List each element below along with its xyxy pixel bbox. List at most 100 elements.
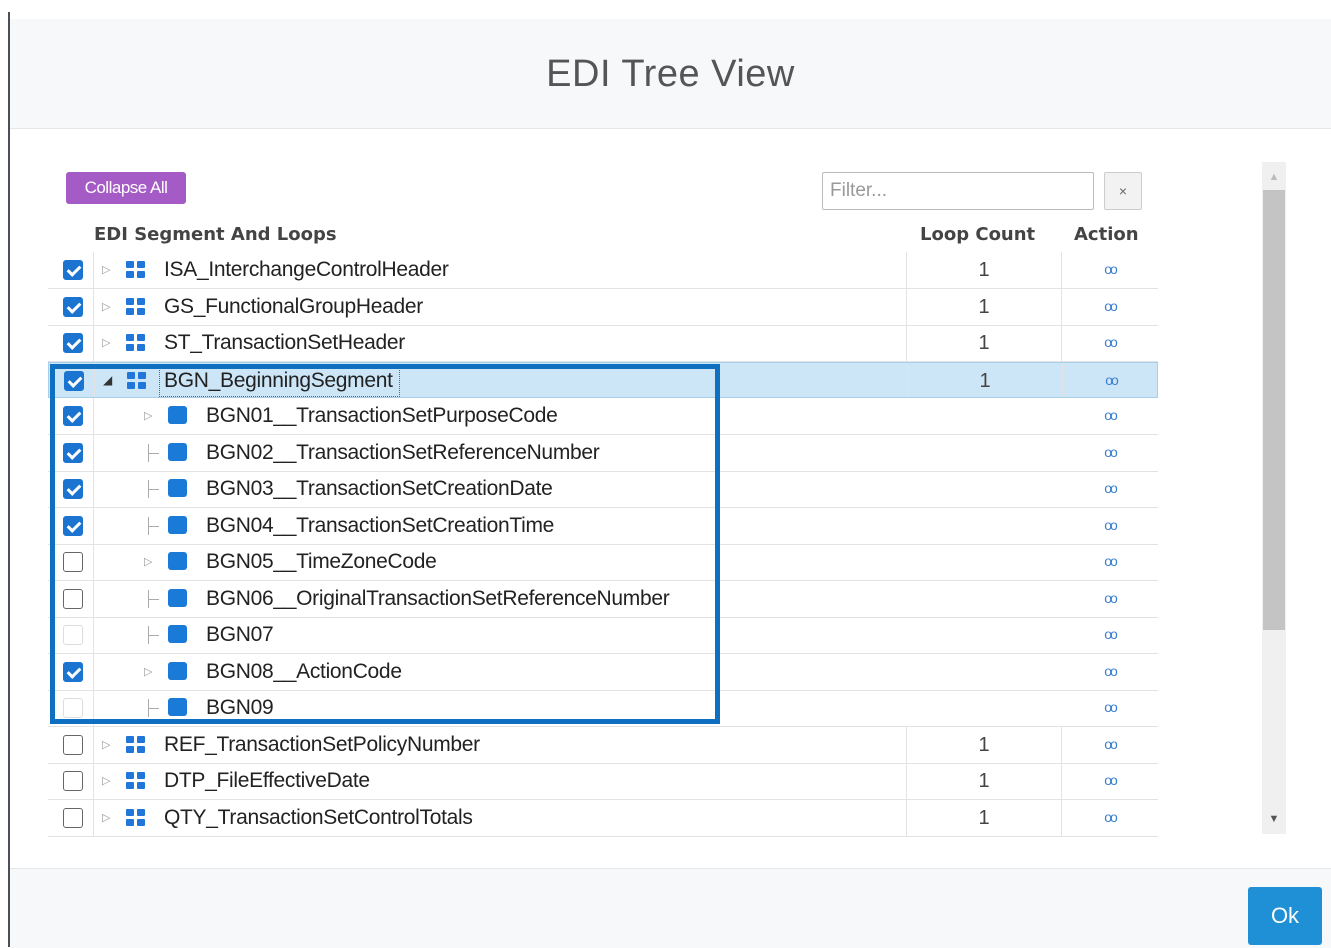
clear-filter-button[interactable]: × [1104,172,1142,210]
loop-icon [126,772,146,790]
tree-row[interactable]: ▷ ISA_InterchangeControlHeader 1 oo [48,252,1158,289]
tree-row[interactable]: ▷ ST_TransactionSetHeader 1 oo [48,325,1158,362]
link-icon[interactable]: oo [1062,289,1158,325]
tree-row[interactable]: ▷ DTP_FileEffectiveDate 1 oo [48,763,1158,800]
expand-arrow-icon[interactable]: ▷ [102,738,110,751]
row-checkbox[interactable] [63,333,83,353]
link-icon[interactable]: oo [1062,763,1158,799]
row-label[interactable]: ISA_InterchangeControlHeader [164,252,449,288]
tree-row[interactable]: ▷ QTY_TransactionSetControlTotals 1 oo [48,799,1158,837]
row-checkbox[interactable] [63,479,83,499]
tree-row[interactable]: BGN03__TransactionSetCreationDate oo [48,471,1158,508]
expand-arrow-icon[interactable]: ▷ [102,811,110,824]
row-checkbox[interactable] [64,370,84,391]
loop-icon [126,735,146,754]
link-icon[interactable]: oo [1062,617,1158,653]
row-label[interactable]: BGN02__TransactionSetReferenceNumber [206,435,600,471]
link-icon[interactable]: oo [1062,325,1158,361]
tree-row[interactable]: ▷ BGN08__ActionCode oo [48,653,1158,691]
link-icon[interactable]: oo [1062,654,1158,690]
row-checkbox[interactable] [63,260,83,280]
checkbox-cell [48,507,94,544]
element-icon [168,442,187,461]
row-checkbox[interactable] [63,771,83,791]
row-checkbox[interactable] [63,515,83,536]
row-label[interactable]: REF_TransactionSetPolicyNumber [164,727,480,763]
tree-row[interactable]: BGN02__TransactionSetReferenceNumber oo [48,434,1158,472]
expand-arrow-icon[interactable]: ▷ [102,263,110,276]
tree-row[interactable]: ▷ BGN01__TransactionSetPurposeCode oo [48,398,1158,435]
row-label[interactable]: BGN07 [206,617,274,653]
column-header-loop-count[interactable]: Loop Count [920,224,1035,245]
row-checkbox[interactable] [63,588,83,609]
checkbox-cell [48,653,94,690]
tree-row[interactable]: ◢ BGN_BeginningSegment 1 oo [48,361,1159,398]
expand-arrow-icon[interactable]: ▷ [144,665,152,678]
link-icon[interactable]: oo [1062,398,1158,434]
loop-icon [126,334,146,352]
collapse-all-button[interactable]: Collapse All [66,172,186,204]
row-checkbox[interactable] [63,734,83,755]
row-checkbox[interactable] [63,552,83,572]
link-icon[interactable]: oo [1062,435,1158,471]
element-icon [168,479,187,497]
row-label[interactable]: BGN08__ActionCode [206,654,402,690]
checkbox-cell [48,398,94,434]
link-icon[interactable]: oo [1062,508,1158,544]
row-label[interactable]: ST_TransactionSetHeader [164,325,405,361]
ok-button[interactable]: Ok [1248,887,1322,945]
expand-arrow-icon[interactable]: ▷ [144,409,152,422]
loop-count-cell [906,398,1062,434]
row-checkbox[interactable] [63,296,83,317]
column-header-segment[interactable]: EDI Segment And Loops [94,224,337,245]
row-label[interactable]: BGN05__TimeZoneCode [206,544,437,580]
tree-row[interactable]: BGN07 oo [48,617,1158,654]
tree-row[interactable]: BGN06__OriginalTransactionSetReferenceNu… [48,580,1158,618]
tree-connector [148,443,161,462]
row-checkbox[interactable] [63,807,83,828]
link-icon[interactable]: oo [1062,690,1158,726]
collapse-arrow-icon[interactable]: ◢ [103,373,112,387]
checkbox-cell [48,252,94,288]
row-checkbox[interactable] [63,442,83,463]
row-label[interactable]: QTY_TransactionSetControlTotals [164,800,473,836]
tree-row[interactable]: ▷ REF_TransactionSetPolicyNumber 1 oo [48,726,1158,764]
grid-header: EDI Segment And Loops Loop Count Action [48,222,1160,252]
row-label[interactable]: BGN01__TransactionSetPurposeCode [206,398,558,434]
expand-arrow-icon[interactable]: ▷ [102,336,110,349]
element-icon [168,625,187,643]
row-label[interactable]: BGN09 [206,690,274,726]
scroll-down-icon[interactable]: ▼ [1262,806,1286,832]
row-checkbox[interactable] [63,661,83,682]
expand-arrow-icon[interactable]: ▷ [102,300,110,313]
link-icon[interactable]: oo [1063,363,1159,397]
link-icon[interactable]: oo [1062,252,1158,288]
expand-arrow-icon[interactable]: ▷ [102,774,110,787]
row-label[interactable]: BGN03__TransactionSetCreationDate [206,471,553,507]
row-label[interactable]: BGN06__OriginalTransactionSetReferenceNu… [206,581,670,617]
column-header-action[interactable]: Action [1074,224,1139,245]
row-label[interactable]: DTP_FileEffectiveDate [164,763,370,799]
checkbox-cell [48,288,94,325]
link-icon[interactable]: oo [1062,800,1158,836]
dialog-title: EDI Tree View [546,53,795,95]
row-label[interactable]: BGN04__TransactionSetCreationTime [206,508,554,544]
link-icon[interactable]: oo [1062,727,1158,763]
filter-input[interactable] [822,172,1094,210]
tree-row[interactable]: ▷ BGN05__TimeZoneCode oo [48,544,1158,581]
link-icon[interactable]: oo [1062,471,1158,507]
row-label[interactable]: GS_FunctionalGroupHeader [164,289,423,325]
scroll-up-icon[interactable]: ▲ [1262,164,1286,190]
element-icon [168,552,187,570]
scrollbar-thumb[interactable] [1263,190,1285,630]
checkbox-cell [48,471,94,507]
link-icon[interactable]: oo [1062,544,1158,580]
expand-arrow-icon[interactable]: ▷ [144,555,152,568]
row-checkbox[interactable] [63,406,83,426]
loop-count-cell [906,654,1062,690]
row-label[interactable]: BGN_BeginningSegment [159,364,400,397]
tree-row[interactable]: BGN09 oo [48,690,1158,727]
tree-row[interactable]: BGN04__TransactionSetCreationTime oo [48,507,1158,545]
tree-row[interactable]: ▷ GS_FunctionalGroupHeader 1 oo [48,288,1158,326]
link-icon[interactable]: oo [1062,581,1158,617]
